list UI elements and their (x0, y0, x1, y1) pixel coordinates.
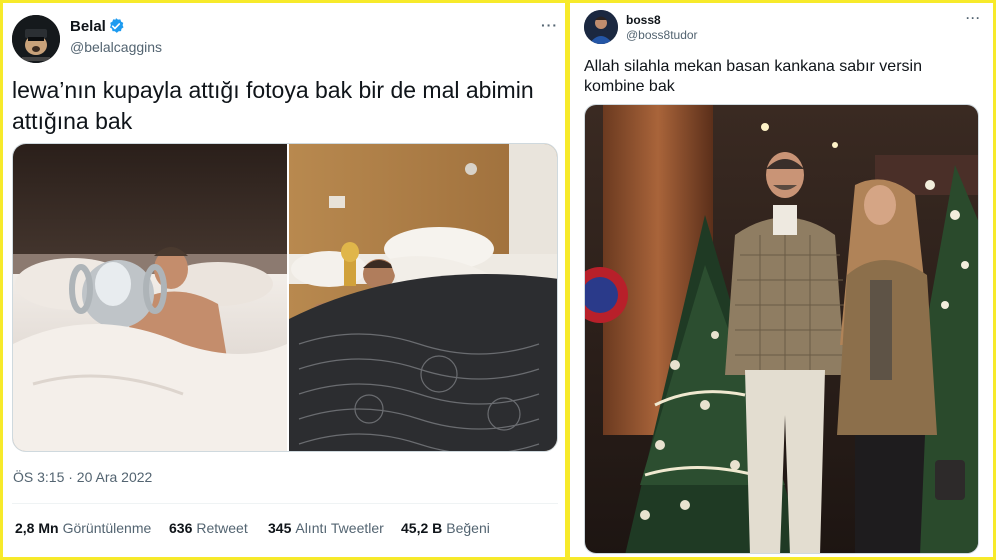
photo-trophy-bed[interactable] (13, 144, 287, 452)
tweet-text: Allah silahla mekan basan kankana sabır … (584, 58, 922, 95)
photo-worldcup-bed[interactable] (289, 144, 558, 452)
stat-views[interactable]: 2,8 Mn Görüntülenme (15, 520, 151, 536)
more-options-icon[interactable]: ··· (541, 17, 558, 33)
tweet-timestamp[interactable]: ÖS 3:15 · 20 Ara 2022 (13, 469, 152, 485)
author-handle[interactable]: @belalcaggins (70, 39, 162, 55)
tweet-text: lewa’nın kupayla attığı fotoya bak bir d… (12, 77, 534, 134)
author-display-name[interactable]: boss8 (626, 13, 661, 27)
photo-couple-christmas-tree[interactable] (585, 105, 979, 554)
stat-retweets-label: Retweet (196, 520, 248, 536)
stat-likes[interactable]: 45,2 B Beğeni (401, 520, 490, 536)
stat-views-value: 2,8 Mn (15, 520, 59, 536)
person-avatar-icon (584, 10, 618, 44)
tweet-card-left: Belal @belalcaggins ··· lewa’nın kupayla… (3, 3, 565, 557)
stat-retweets[interactable]: 636 Retweet (169, 520, 248, 536)
more-options-icon[interactable]: ··· (966, 11, 981, 25)
divider (12, 503, 558, 504)
tweet-media[interactable] (584, 104, 979, 554)
tweet-card-right: boss8 @boss8tudor ··· Allah silahla meka… (570, 3, 993, 557)
stat-quotes-label: Alıntı Tweetler (295, 520, 384, 536)
stat-likes-label: Beğeni (446, 520, 490, 536)
stat-quotes-value: 345 (268, 520, 292, 536)
stat-views-label: Görüntülenme (62, 520, 152, 536)
avatar[interactable] (12, 15, 60, 63)
dog-avatar-icon (12, 15, 60, 63)
stat-likes-value: 45,2 B (401, 520, 443, 536)
avatar[interactable] (584, 10, 618, 44)
verified-badge-icon (110, 18, 124, 33)
stat-retweets-value: 636 (169, 520, 193, 536)
tweet-media[interactable] (12, 143, 558, 452)
author-handle[interactable]: @boss8tudor (626, 28, 698, 42)
author-display-name[interactable]: Belal (70, 18, 106, 35)
stat-quotes[interactable]: 345 Alıntı Tweetler (268, 520, 384, 536)
